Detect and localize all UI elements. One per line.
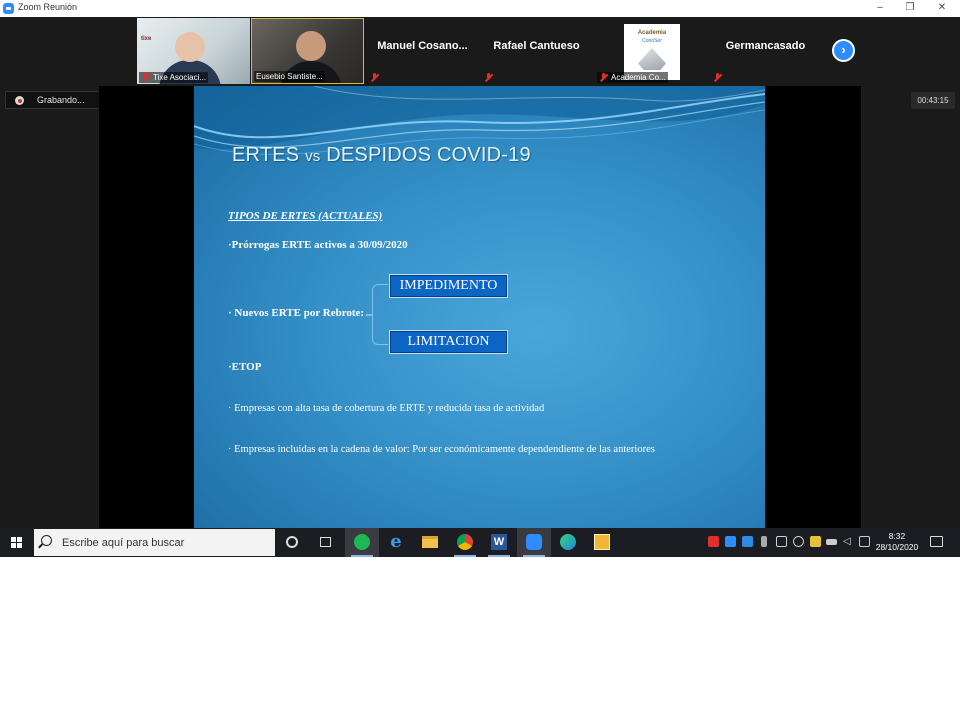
participant-name: Academia Co... [611, 73, 666, 82]
mic-muted-icon [484, 73, 493, 82]
slide-bullet: ·Prórrogas ERTE activos a 30/09/2020 [228, 239, 408, 251]
participant-tile[interactable]: Academia ConoSer Academia Co... [595, 18, 708, 84]
sync-icon[interactable] [793, 536, 804, 547]
title-part: DESPIDOS COVID-19 [320, 144, 531, 166]
title-bar: Zoom Reunión – ❐ ✕ [0, 0, 960, 17]
record-tray-icon[interactable] [708, 536, 719, 547]
restore-button[interactable]: ❐ [894, 0, 926, 17]
participant-name-label: Academia Co... [597, 72, 668, 83]
participant-name: Manuel Cosano... [377, 40, 468, 52]
record-icon [15, 96, 24, 105]
chrome-icon [457, 534, 473, 550]
microphone-icon[interactable] [761, 536, 767, 547]
participant-name: Rafael Cantueso [493, 40, 580, 52]
close-button[interactable]: ✕ [926, 0, 958, 17]
cortana-icon [286, 536, 298, 548]
participant-tile[interactable]: Germancasado [709, 18, 822, 84]
participant-name-label [482, 72, 496, 83]
taskbar-app-chrome[interactable] [448, 528, 482, 557]
edge-icon [560, 534, 576, 550]
slide-subtitle: TIPOS DE ERTES (ACTUALES) [228, 210, 383, 222]
slide-bullet: · Empresas con alta tasa de cobertura de… [228, 403, 545, 414]
paper-boat-icon [638, 48, 666, 70]
logo-text: Academia [637, 30, 667, 36]
slide-box-impedimento: IMPEDIMENTO [389, 274, 508, 298]
tixe-logo-icon: tixe [141, 36, 152, 42]
taskbar-app-edge[interactable] [551, 528, 585, 557]
search-icon [41, 535, 52, 546]
window-title: Zoom Reunión [18, 2, 78, 12]
participant-name: Tixe Asociaci... [153, 73, 207, 82]
task-view-icon [320, 537, 331, 547]
clock-time: 8:32 [888, 531, 906, 541]
participant-tile[interactable]: Manuel Cosano... [366, 18, 479, 84]
participant-strip: tixe Tixe Asociaci... Eusebio Santiste..… [0, 17, 960, 85]
participant-tile[interactable]: tixe Tixe Asociaci... [137, 18, 250, 84]
meeting-timer: 00:43:15 [911, 92, 955, 109]
zoom-icon [526, 534, 542, 550]
spotify-icon [354, 534, 370, 550]
taskbar-app-file-explorer[interactable] [413, 528, 447, 557]
participant-name-label: Eusebio Santiste... [254, 71, 325, 82]
recording-indicator[interactable]: Grabando... [5, 91, 100, 109]
participant-name-label: Tixe Asociaci... [139, 72, 209, 83]
mic-muted-icon [713, 73, 722, 82]
slide-title: ERTES vs DESPIDOS COVID-19 [232, 144, 531, 167]
notifications-icon[interactable] [930, 536, 943, 547]
logo-subtext: ConoSer [642, 38, 662, 44]
file-explorer-icon [422, 536, 438, 548]
slide-bullet: · Empresas incluidas en la cadena de val… [228, 444, 655, 455]
taskbar-app-zoom[interactable] [517, 528, 551, 557]
participant-video-face [175, 32, 205, 62]
taskbar-clock[interactable]: 8:32 28/10/2020 [874, 531, 920, 553]
taskbar-app-edge-legacy[interactable]: e [379, 528, 413, 557]
recording-label: Grabando... [37, 95, 85, 105]
mic-muted-icon [141, 73, 150, 82]
outlook-icon [594, 534, 610, 550]
taskbar-app-word[interactable]: W [482, 528, 516, 557]
taskbar-app-spotify[interactable] [345, 528, 379, 557]
task-view-button[interactable] [309, 528, 343, 557]
participant-video-face [296, 31, 326, 61]
norton-icon[interactable] [810, 536, 821, 547]
volume-icon[interactable]: ◁ [843, 536, 854, 547]
presentation-slide: ERTES vs DESPIDOS COVID-19 TIPOS DE ERTE… [194, 86, 765, 528]
windows-taskbar: Escribe aquí para buscar e W ◁ 8:32 28/1… [0, 528, 960, 557]
participant-name: Germancasado [725, 40, 806, 52]
next-participants-button[interactable]: › [832, 39, 855, 62]
search-placeholder: Escribe aquí para buscar [62, 537, 185, 549]
zoom-tray-icon[interactable] [725, 536, 736, 547]
chevron-right-icon: › [841, 42, 846, 57]
cortana-button[interactable] [275, 528, 309, 557]
title-part: ERTES [232, 144, 306, 166]
network-icon[interactable] [859, 536, 870, 547]
participant-tile-active-speaker[interactable]: Eusebio Santiste... [251, 18, 364, 84]
taskbar-search-box[interactable]: Escribe aquí para buscar [34, 529, 275, 556]
slide-box-limitacion: LIMITACION [389, 330, 508, 354]
battery-icon[interactable] [826, 539, 837, 545]
mic-muted-icon [370, 73, 379, 82]
edge-legacy-icon: e [390, 531, 402, 552]
slide-bullet: · Nuevos ERTE por Rebrote: [228, 307, 365, 319]
slide-bullet: ·ETOP [228, 361, 262, 373]
taskbar-app-outlook[interactable] [585, 528, 619, 557]
clock-date: 28/10/2020 [875, 542, 919, 552]
participant-tile[interactable]: Rafael Cantueso [480, 18, 593, 84]
meet-now-icon[interactable] [742, 536, 753, 547]
title-vs: vs [305, 148, 321, 165]
participant-name: Eusebio Santiste... [256, 72, 323, 81]
zoom-window: Zoom Reunión – ❐ ✕ tixe Tixe Asociaci...… [0, 0, 960, 557]
participant-name-label [711, 72, 725, 83]
start-button[interactable] [0, 528, 34, 557]
brace-connector [372, 284, 388, 345]
mic-muted-icon [599, 73, 608, 82]
word-icon: W [491, 534, 507, 550]
participant-name-label [368, 72, 382, 83]
minimize-button[interactable]: – [864, 0, 896, 17]
screen-share-tray-icon[interactable] [776, 536, 787, 547]
zoom-app-icon [3, 3, 14, 14]
